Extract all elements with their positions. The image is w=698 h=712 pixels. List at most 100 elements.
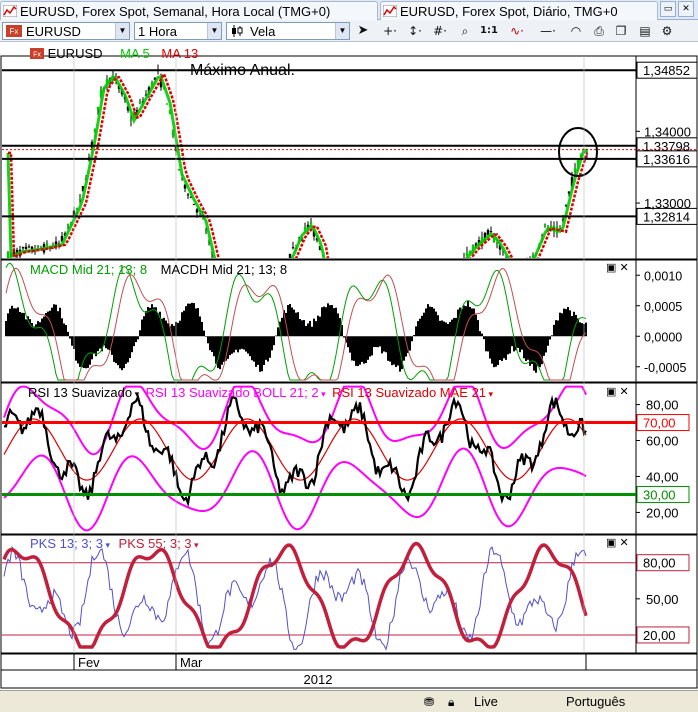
tab-daily[interactable]: EURUSD, Forex Spot, Diário, TMG+0 bbox=[380, 1, 658, 20]
macd-frame bbox=[0, 259, 698, 383]
chevron-down-icon: ▼ bbox=[335, 23, 349, 39]
candle-body bbox=[129, 119, 133, 121]
grid-icon[interactable]: #· bbox=[428, 22, 452, 40]
draw-tool-icon[interactable]: ◠ bbox=[566, 22, 586, 40]
chevron-down-icon: ▼ bbox=[115, 23, 129, 39]
panel-close-icon[interactable]: ✕ bbox=[619, 537, 628, 549]
print-icon[interactable]: ⎙ bbox=[590, 22, 608, 40]
trading-app: EURUSD, Forex Spot, Semanal, Hora Local … bbox=[0, 0, 698, 712]
macd-tick-label: 0,0005 bbox=[644, 300, 682, 314]
candle-body bbox=[78, 199, 82, 201]
chart-toolbar: Fx EURUSD ▼ 1 Hora ▼ Vela ▼ ➤ +· ↕· #· ⌕… bbox=[0, 20, 698, 42]
price-tick-label: 1,34000 bbox=[644, 124, 691, 139]
line-tool-icon[interactable]: —· bbox=[534, 22, 562, 40]
panel-menu-icon[interactable]: ▣ bbox=[606, 537, 616, 549]
price-level-label: 1,32814 bbox=[643, 209, 690, 224]
macd-panel[interactable]: 0,0010 0,0005 0,0000 -0,0005 bbox=[0, 259, 698, 383]
annual-high-annotation: Máximo Anual. bbox=[190, 62, 295, 79]
one-to-one-icon[interactable]: 1:1 bbox=[478, 22, 500, 40]
macd-tick-label: 0,0010 bbox=[644, 269, 682, 283]
candle-body bbox=[489, 231, 493, 233]
panel-menu-icon[interactable]: ▣ bbox=[606, 386, 616, 398]
close-icon[interactable]: ✕ bbox=[678, 1, 694, 17]
symbol-value: EURUSD bbox=[26, 23, 81, 39]
legend-pks13: PKS 13; 3; 3 bbox=[30, 536, 103, 551]
symbol-select[interactable]: Fx EURUSD ▼ bbox=[2, 22, 130, 40]
cursor-icon[interactable]: ➤ bbox=[354, 22, 372, 40]
chevron-down-icon: ▼ bbox=[207, 23, 221, 39]
legend-ma13: MA 13 bbox=[161, 46, 199, 61]
rsi-tick-label: 80,00 bbox=[646, 398, 679, 413]
indicator-icon[interactable]: ∿· bbox=[504, 22, 530, 40]
svg-text:Fx: Fx bbox=[10, 27, 19, 36]
forex-icon: Fx bbox=[6, 25, 22, 37]
pks-legend: PKS 13; 3; 3 ▾ PKS 55; 3; 3 ▾ bbox=[30, 536, 199, 551]
crosshair-icon[interactable]: +· bbox=[378, 22, 402, 40]
template-icon[interactable]: ▤ bbox=[636, 22, 654, 40]
month-label: Mar bbox=[180, 655, 203, 670]
candle-body bbox=[138, 101, 142, 104]
macd-tick-label: -0,0005 bbox=[644, 361, 686, 375]
chart-canvas[interactable]: 1,348521,337981,336161,328141,340001,330… bbox=[0, 42, 698, 690]
pks-panel[interactable]: 80,00 20,00 50,00 bbox=[0, 534, 698, 654]
candle-body bbox=[165, 103, 169, 105]
candle-body bbox=[45, 243, 49, 246]
pks-level-label: 80,00 bbox=[643, 556, 676, 571]
rsi-panel[interactable]: 70,00 30,00 80,00 60,00 40,00 20,00 bbox=[0, 382, 698, 535]
candle-body bbox=[66, 224, 70, 226]
panel-close-icon[interactable]: ✕ bbox=[619, 262, 628, 274]
rsi-tick-label: 60,00 bbox=[646, 434, 679, 449]
month-axis-frame bbox=[0, 653, 698, 671]
settings-icon[interactable]: ⚙ bbox=[658, 22, 676, 40]
legend-ma5: MA 5 bbox=[120, 46, 150, 61]
vertical-line-icon[interactable]: ↕· bbox=[404, 22, 426, 40]
candle-body bbox=[495, 243, 499, 245]
zoom-icon[interactable]: ⌕ bbox=[456, 22, 474, 40]
legend-rsi-mae: RSI 13 Suavizado MAE 21 bbox=[332, 385, 487, 400]
tab-controls: ▭ ✕ bbox=[660, 1, 698, 19]
year-axis-frame bbox=[0, 669, 698, 689]
rsi-frame bbox=[0, 382, 698, 535]
svg-text:Fx: Fx bbox=[33, 52, 41, 59]
tab-weekly[interactable]: EURUSD, Forex Spot, Semanal, Hora Local … bbox=[0, 1, 378, 20]
pks-panel-controls: ▣ ✕ bbox=[606, 536, 629, 549]
pks-level-label: 20,00 bbox=[643, 628, 676, 643]
panel-menu-icon[interactable]: ▣ bbox=[606, 262, 616, 274]
rsi-legend: RSI 13 Suavizado ▾ RSI 13 Suavizado BOLL… bbox=[28, 385, 494, 400]
price-legend: Fx EURUSD MA 5 MA 13 bbox=[30, 46, 198, 61]
legend-macdh: MACDH Mid 21; 13; 8 bbox=[160, 262, 288, 277]
candle-body bbox=[192, 203, 196, 205]
chart-type-value: Vela bbox=[250, 23, 276, 39]
macd-panel-controls: ▣ ✕ bbox=[606, 261, 629, 274]
legend-pks55: PKS 55; 3; 3 bbox=[118, 536, 192, 551]
macd-legend: MACD Mid 21; 13; 8 MACDH Mid 21; 13; 8 bbox=[30, 262, 287, 277]
candle-body bbox=[21, 247, 25, 249]
panel-close-icon[interactable]: ✕ bbox=[619, 386, 628, 398]
month-label: Fev bbox=[78, 655, 100, 670]
language-status: Português bbox=[566, 694, 626, 709]
price-tick-label: 1,33000 bbox=[644, 196, 691, 211]
year-label: 2012 bbox=[304, 672, 333, 687]
chart-icon bbox=[383, 5, 397, 17]
legend-macd: MACD Mid 21; 13; 8 bbox=[30, 262, 148, 277]
legend-rsi-boll: RSI 13 Suavizado BOLL 21; 2 bbox=[145, 385, 319, 400]
rsi-panel-controls: ▣ ✕ bbox=[606, 385, 629, 398]
lock-icon: 🔒︎ bbox=[448, 695, 455, 709]
tab-weekly-label: EURUSD, Forex Spot, Semanal, Hora Local … bbox=[20, 3, 331, 19]
legend-symbol: EURUSD bbox=[47, 46, 103, 61]
interval-select[interactable]: 1 Hora ▼ bbox=[134, 22, 222, 40]
candle-body bbox=[543, 224, 547, 227]
forex-icon: Fx bbox=[30, 48, 44, 59]
restore-icon[interactable]: ▭ bbox=[660, 1, 676, 17]
rsi-level-label: 30,00 bbox=[643, 487, 676, 502]
rsi-tick-label: 20,00 bbox=[646, 505, 679, 520]
status-bar: ⛃ 🔒︎ Live Português bbox=[0, 690, 698, 712]
candle-body bbox=[186, 194, 190, 196]
tab-daily-label: EURUSD, Forex Spot, Diário, TMG+0 bbox=[400, 3, 618, 19]
tab-bar: EURUSD, Forex Spot, Semanal, Hora Local … bbox=[0, 0, 698, 20]
network-icon: ⛃ bbox=[424, 695, 435, 709]
copy-icon[interactable]: ❐ bbox=[612, 22, 630, 40]
chart-type-select[interactable]: Vela ▼ bbox=[226, 22, 350, 40]
price-level-label: 1,33616 bbox=[643, 152, 690, 167]
legend-rsi: RSI 13 Suavizado bbox=[28, 385, 133, 400]
